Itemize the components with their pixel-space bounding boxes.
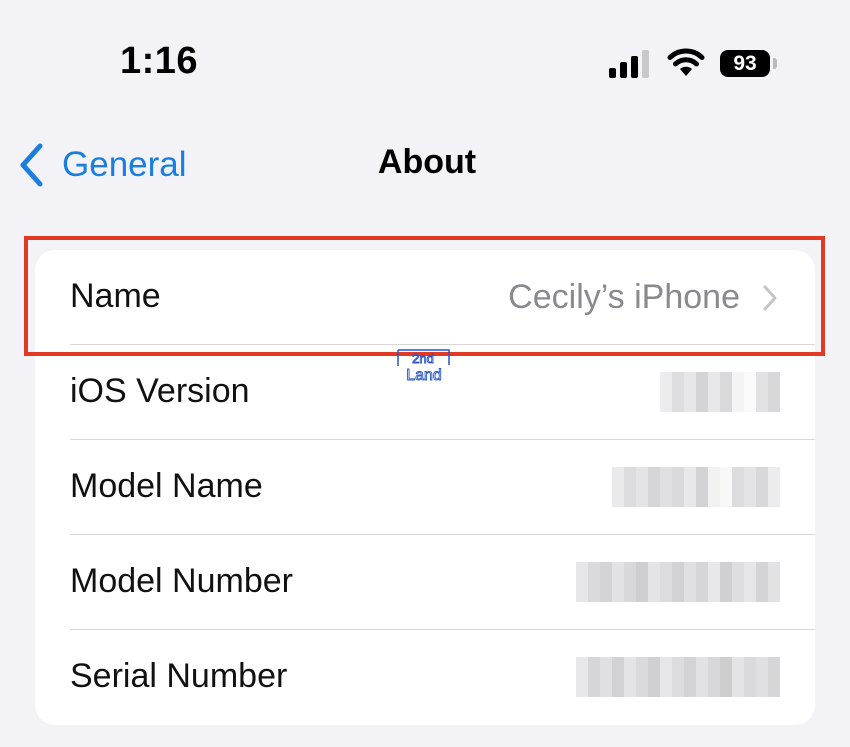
device-name-value: Cecily’s iPhone — [508, 278, 740, 316]
signal-icon — [609, 50, 651, 78]
row-label: Model Number — [70, 562, 293, 600]
chevron-right-icon — [763, 285, 777, 311]
ios-version-value-redacted — [660, 372, 780, 412]
name-row[interactable]: Name Cecily’s iPhone — [35, 250, 815, 345]
page-title: About — [377, 143, 477, 181]
about-settings-group: Name Cecily’s iPhone iOS Version Model N… — [35, 250, 815, 725]
battery-cap — [773, 58, 777, 69]
model-number-value-redacted — [576, 562, 780, 602]
ios-version-row: iOS Version — [35, 345, 815, 440]
battery-icon: 93 — [720, 50, 770, 77]
status-time: 1:16 — [120, 40, 199, 82]
model-name-row: Model Name — [35, 440, 815, 535]
serial-number-value-redacted — [576, 657, 780, 697]
row-label: Model Name — [70, 467, 263, 505]
status-bar: 1:16 93 — [0, 0, 850, 120]
row-label: Serial Number — [70, 657, 288, 695]
row-label: iOS Version — [70, 372, 250, 410]
model-number-row: Model Number — [35, 535, 815, 630]
wifi-icon — [667, 48, 705, 76]
model-name-value-redacted — [612, 467, 780, 507]
row-label: Name — [70, 277, 161, 315]
serial-number-row: Serial Number — [35, 630, 815, 725]
